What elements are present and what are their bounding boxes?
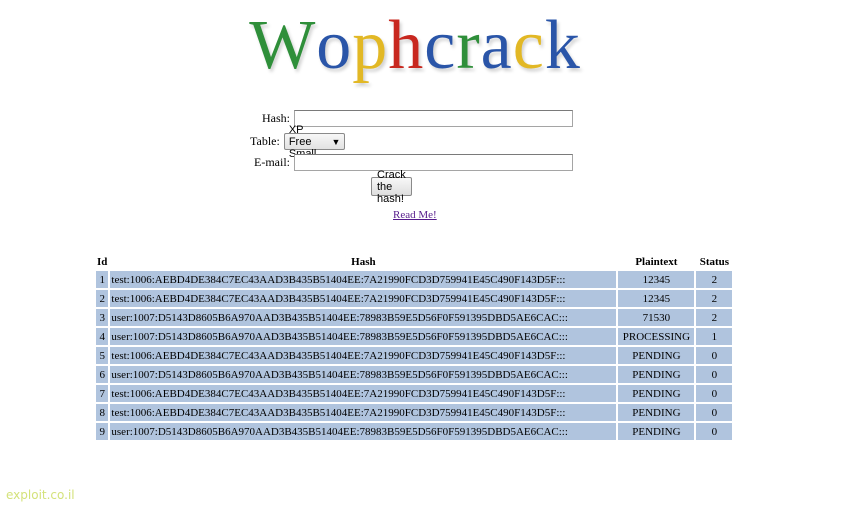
table-row: 4 user:1007:D5143D8605B6A970AAD3B435B5140…	[96, 328, 733, 345]
table-row: 2 test:1006:AEBD4DE384C7EC43AAD3B435B5140…	[96, 290, 733, 307]
cell-plaintext: 71530	[618, 309, 695, 326]
table-row: 1 test:1006:AEBD4DE384C7EC43AAD3B435B5140…	[96, 271, 733, 288]
cell-status: 0	[696, 404, 733, 421]
cell-id: 2	[96, 290, 109, 307]
logo-letter: k	[544, 7, 581, 84]
email-label: E-mail:	[254, 155, 290, 169]
logo-letter: c	[424, 7, 457, 84]
cell-id: 5	[96, 347, 109, 364]
hash-table: Id Hash Plaintext Status 1 test:1006:AEBD…	[94, 252, 734, 442]
cell-hash: test:1006:AEBD4DE384C7EC43AAD3B435B51404…	[110, 404, 617, 421]
crack-hash-button[interactable]: Crack the hash!	[371, 169, 412, 205]
col-header-hash: Hash	[351, 255, 376, 268]
cell-status: 0	[696, 385, 733, 402]
cell-id: 3	[96, 309, 109, 326]
cell-plaintext: PENDING	[618, 366, 695, 383]
table-header-row: Id Hash Plaintext Status	[96, 254, 732, 269]
cell-status: 1	[696, 328, 733, 345]
cell-hash: test:1006:AEBD4DE384C7EC43AAD3B435B51404…	[110, 347, 617, 364]
hash-input[interactable]	[294, 110, 573, 127]
cell-id: 6	[96, 366, 109, 383]
email-input[interactable]	[294, 154, 573, 171]
cell-plaintext: 12345	[618, 290, 695, 307]
hash-label: Hash:	[262, 111, 290, 125]
cell-hash: test:1006:AEBD4DE384C7EC43AAD3B435B51404…	[110, 290, 617, 307]
dropdown-arrow-icon: ▼	[331, 136, 341, 147]
cell-hash: user:1007:D5143D8605B6A970AAD3B435B51404…	[110, 423, 617, 440]
cell-plaintext: PROCESSING	[618, 328, 695, 345]
cell-id: 7	[96, 385, 109, 402]
table-row: 3 user:1007:D5143D8605B6A970AAD3B435B5140…	[96, 309, 733, 326]
table-row: 7 test:1006:AEBD4DE384C7EC43AAD3B435B5140…	[96, 385, 733, 402]
wophcrack-logo: Wophcrack	[222, 2, 608, 90]
read-me-link[interactable]: Read Me!	[393, 209, 437, 221]
table-row: 6 user:1007:D5143D8605B6A970AAD3B435B5140…	[96, 366, 733, 383]
cell-id: 1	[96, 271, 109, 288]
col-header-status: Status	[699, 255, 730, 268]
cell-plaintext: PENDING	[618, 385, 695, 402]
cell-hash: user:1007:D5143D8605B6A970AAD3B435B51404…	[110, 366, 617, 383]
cell-plaintext: PENDING	[618, 404, 695, 421]
logo-letter: r	[456, 7, 481, 84]
cell-hash: user:1007:D5143D8605B6A970AAD3B435B51404…	[110, 309, 617, 326]
cell-hash: test:1006:AEBD4DE384C7EC43AAD3B435B51404…	[110, 271, 617, 288]
table-label: Table:	[250, 134, 280, 148]
cell-status: 2	[696, 309, 733, 326]
logo-letter: h	[388, 7, 425, 84]
cell-id: 9	[96, 423, 109, 440]
cell-hash: user:1007:D5143D8605B6A970AAD3B435B51404…	[110, 328, 617, 345]
logo-letter: W	[249, 7, 317, 84]
table-select[interactable]: XP Free Small ▼	[283, 124, 346, 160]
cell-status: 0	[696, 347, 733, 364]
table-row: 9 user:1007:D5143D8605B6A970AAD3B435B5140…	[96, 423, 733, 440]
table-row: 8 test:1006:AEBD4DE384C7EC43AAD3B435B5140…	[96, 404, 733, 421]
cell-plaintext: PENDING	[618, 423, 695, 440]
cell-id: 8	[96, 404, 109, 421]
table-row: 5 test:1006:AEBD4DE384C7EC43AAD3B435B5140…	[96, 347, 733, 364]
cell-status: 2	[696, 290, 733, 307]
footer-watermark: exploit.co.il	[6, 488, 75, 502]
cell-id: 4	[96, 328, 109, 345]
cell-plaintext: PENDING	[618, 347, 695, 364]
logo-letter: c	[512, 7, 545, 84]
cell-plaintext: 12345	[618, 271, 695, 288]
cell-status: 2	[696, 271, 733, 288]
cell-status: 0	[696, 366, 733, 383]
cell-hash: test:1006:AEBD4DE384C7EC43AAD3B435B51404…	[110, 385, 617, 402]
col-header-plaintext: Plaintext	[635, 255, 678, 268]
col-header-id: Id	[97, 255, 108, 268]
logo-letter: a	[480, 7, 513, 84]
logo-letter: p	[352, 7, 389, 84]
logo-letter: o	[316, 7, 353, 84]
cell-status: 0	[696, 423, 733, 440]
